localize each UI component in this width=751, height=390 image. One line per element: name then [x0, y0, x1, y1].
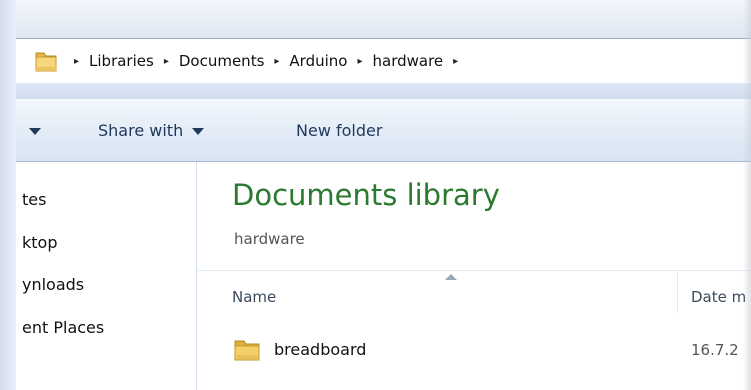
breadcrumb: ▸ Libraries ▸ Documents ▸ Arduino ▸ hard…: [74, 39, 468, 83]
breadcrumb-item-libraries[interactable]: ▸ Libraries: [74, 52, 164, 70]
breadcrumb-label[interactable]: Libraries: [89, 52, 154, 70]
new-folder-button[interactable]: New folder: [296, 99, 382, 161]
window-frame-left: [0, 0, 16, 390]
chevron-down-icon: [29, 127, 41, 135]
nav-item-recent-places[interactable]: ent Places: [22, 318, 104, 337]
share-with-button[interactable]: Share with: [98, 99, 205, 161]
sort-ascending-icon: [445, 274, 457, 280]
breadcrumb-item-hardware[interactable]: ▸ hardware: [357, 52, 453, 70]
file-list-pane: Documents library hardware Name Date m b…: [197, 162, 751, 390]
column-separator[interactable]: [677, 271, 678, 313]
breadcrumb-expand-icon[interactable]: ▸: [453, 56, 458, 67]
organize-menu-button[interactable]: [20, 99, 41, 161]
address-bar[interactable]: ▸ Libraries ▸ Documents ▸ Arduino ▸ hard…: [16, 38, 751, 84]
breadcrumb-label[interactable]: Arduino: [289, 52, 347, 70]
column-header-row: Name Date m: [197, 270, 751, 313]
column-header-name[interactable]: Name: [232, 288, 276, 306]
library-subtitle: hardware: [234, 230, 305, 248]
breadcrumb-label[interactable]: Documents: [179, 52, 265, 70]
new-folder-label: New folder: [296, 120, 383, 140]
breadcrumb-item-arduino[interactable]: ▸ Arduino: [274, 52, 357, 70]
breadcrumb-item-documents[interactable]: ▸ Documents: [164, 52, 275, 70]
navigation-pane: tes ktop ynloads ent Places: [16, 162, 196, 390]
window-frame-top: [0, 0, 751, 38]
chevron-down-icon: [192, 127, 205, 135]
window-edge-shadow: [743, 0, 751, 390]
nav-item-downloads[interactable]: ynloads: [22, 275, 84, 294]
file-row[interactable]: breadboard 16.7.2: [197, 332, 751, 372]
share-with-label: Share with: [98, 120, 184, 140]
command-bar: Share with New folder: [16, 99, 751, 162]
folder-icon: [234, 340, 260, 361]
breadcrumb-separator-icon[interactable]: ▸: [274, 56, 279, 67]
address-toolbar-divider: [16, 83, 751, 99]
file-date-modified: 16.7.2: [691, 341, 739, 359]
column-header-date-modified[interactable]: Date m: [691, 288, 746, 306]
breadcrumb-separator-icon[interactable]: ▸: [164, 56, 169, 67]
breadcrumb-label[interactable]: hardware: [373, 52, 444, 70]
breadcrumb-separator-icon[interactable]: ▸: [357, 56, 362, 67]
library-title: Documents library: [232, 178, 500, 212]
folder-icon: [35, 52, 57, 72]
breadcrumb-separator-icon[interactable]: ▸: [74, 56, 79, 67]
file-name[interactable]: breadboard: [274, 340, 366, 359]
explorer-window: ▸ Libraries ▸ Documents ▸ Arduino ▸ hard…: [0, 0, 751, 390]
nav-item-favorites[interactable]: tes: [22, 190, 46, 209]
nav-item-desktop[interactable]: ktop: [22, 233, 57, 252]
